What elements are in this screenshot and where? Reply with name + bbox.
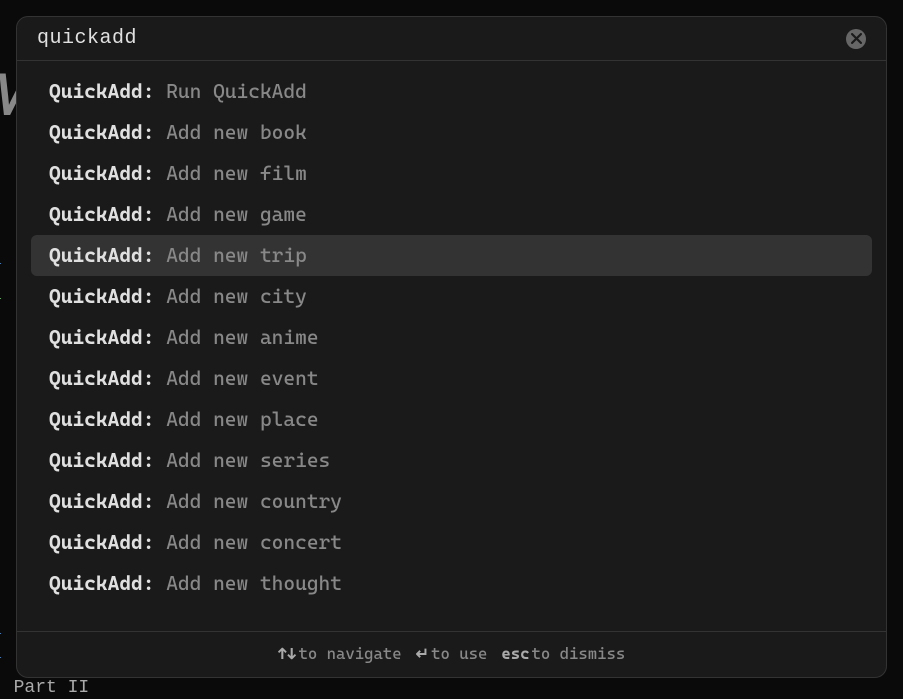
result-prefix: QuickAdd: [49, 448, 154, 472]
navigate-key: ↑↓ [278, 644, 297, 663]
bg-text: : Part II [0, 678, 89, 698]
result-action: Add new event [154, 366, 318, 390]
navigate-text: to navigate [299, 644, 402, 663]
result-item[interactable]: QuickAdd: Add new thought [31, 563, 872, 604]
bg-text: h [0, 642, 1, 662]
result-action: Add new series [154, 448, 330, 472]
result-prefix: QuickAdd: [49, 571, 154, 595]
result-item[interactable]: QuickAdd: Run QuickAdd [31, 71, 872, 112]
result-item[interactable]: QuickAdd: Add new trip [31, 235, 872, 276]
result-action: Add new city [154, 284, 306, 308]
result-item[interactable]: QuickAdd: Add new city [31, 276, 872, 317]
use-text: to use [431, 644, 487, 663]
result-action: Run QuickAdd [154, 79, 306, 103]
result-prefix: QuickAdd: [49, 489, 154, 513]
result-item[interactable]: QuickAdd: Add new country [31, 481, 872, 522]
footer-hints: ↑↓ to navigate ↵ to use esc to dismiss [17, 631, 886, 677]
dismiss-hint: esc to dismiss [501, 644, 625, 663]
result-item[interactable]: QuickAdd: Add new series [31, 440, 872, 481]
result-item[interactable]: QuickAdd: Add new book [31, 112, 872, 153]
result-action: Add new book [154, 120, 306, 144]
result-item[interactable]: QuickAdd: Add new game [31, 194, 872, 235]
dismiss-key: esc [501, 644, 529, 663]
result-action: Add new trip [154, 243, 306, 267]
search-bar [17, 17, 886, 61]
result-prefix: QuickAdd: [49, 120, 154, 144]
result-prefix: QuickAdd: [49, 325, 154, 349]
result-action: Add new film [154, 161, 306, 185]
result-action: Add new thought [154, 571, 342, 595]
result-prefix: QuickAdd: [49, 79, 154, 103]
result-prefix: QuickAdd: [49, 407, 154, 431]
result-action: Add new concert [154, 530, 342, 554]
result-prefix: QuickAdd: [49, 161, 154, 185]
result-action: Add new anime [154, 325, 318, 349]
result-action: Add new place [154, 407, 318, 431]
result-item[interactable]: QuickAdd: Add new event [31, 358, 872, 399]
result-action: Add new country [154, 489, 342, 513]
bg-text: i [0, 618, 1, 638]
dismiss-text: to dismiss [531, 644, 625, 663]
result-prefix: QuickAdd: [49, 366, 154, 390]
close-button[interactable] [846, 29, 866, 49]
use-key: ↵ [416, 644, 429, 663]
result-prefix: QuickAdd: [49, 202, 154, 226]
result-item[interactable]: QuickAdd: Add new anime [31, 317, 872, 358]
navigate-hint: ↑↓ to navigate [278, 644, 402, 663]
results-list: QuickAdd: Run QuickAddQuickAdd: Add new … [17, 61, 886, 631]
use-hint: ↵ to use [416, 644, 488, 663]
close-icon [851, 33, 862, 44]
bg-text: S [0, 283, 1, 303]
command-palette-modal: QuickAdd: Run QuickAddQuickAdd: Add new … [16, 16, 887, 678]
result-item[interactable]: QuickAdd: Add new concert [31, 522, 872, 563]
result-prefix: QuickAdd: [49, 530, 154, 554]
result-item[interactable]: QuickAdd: Add new place [31, 399, 872, 440]
search-input[interactable] [37, 27, 846, 50]
result-item[interactable]: QuickAdd: Add new film [31, 153, 872, 194]
result-action: Add new game [154, 202, 306, 226]
result-prefix: QuickAdd: [49, 243, 154, 267]
result-prefix: QuickAdd: [49, 284, 154, 308]
bg-text: c [0, 248, 1, 268]
